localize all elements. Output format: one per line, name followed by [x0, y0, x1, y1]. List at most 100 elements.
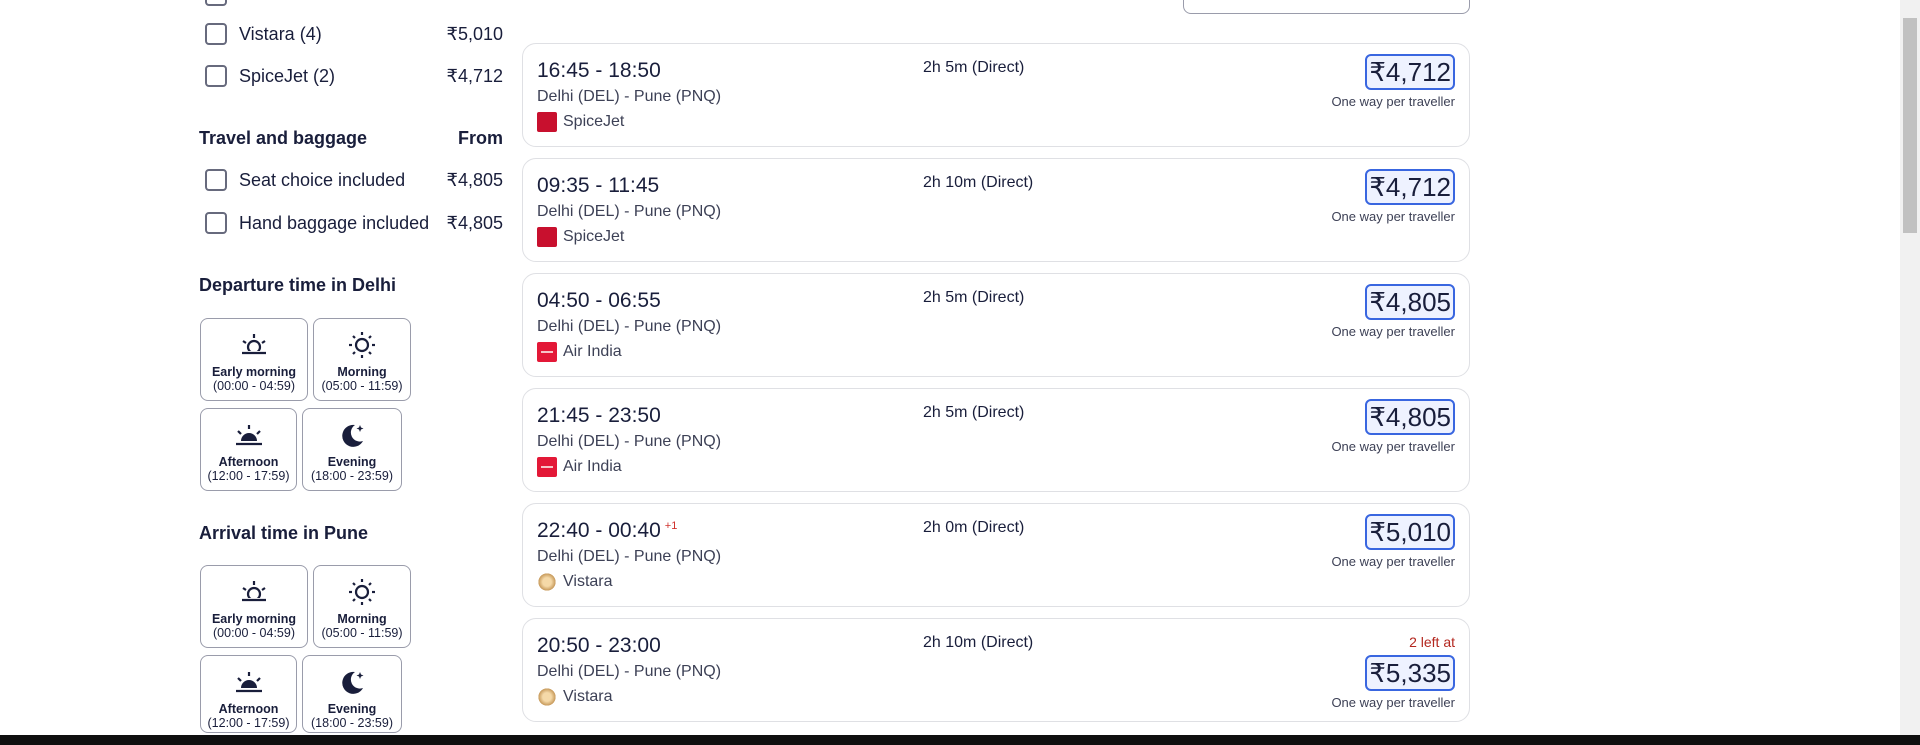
tile-range: (05:00 - 11:59): [321, 379, 403, 393]
filter-label: SpiceJet (2): [239, 65, 336, 86]
flight-times: 16:45 - 18:50: [537, 59, 661, 82]
filter-label: Vistara (4): [239, 23, 322, 44]
next-day-marker: +1: [664, 520, 678, 532]
departure-evening-tile[interactable]: Evening (18:00 - 23:59): [302, 408, 402, 491]
filter-label: Seat choice included: [239, 169, 406, 190]
from-label: From: [458, 128, 503, 148]
departure-early-morning-tile[interactable]: Early morning (00:00 - 04:59): [200, 318, 308, 401]
flight-price[interactable]: ₹4,805: [1365, 284, 1455, 320]
departure-morning-tile[interactable]: Morning (05:00 - 11:59): [313, 318, 411, 401]
airline-name: Vistara: [563, 573, 613, 590]
sunrise-icon: [240, 581, 268, 606]
tile-range: (00:00 - 04:59): [213, 626, 295, 640]
tile-name: Evening: [327, 455, 377, 469]
flight-times: 20:50 - 23:00: [537, 634, 661, 657]
flight-duration: 2h 0m (Direct): [923, 519, 1025, 536]
vistara-logo-icon: [537, 687, 557, 707]
departure-afternoon-tile[interactable]: Afternoon (12:00 - 17:59): [200, 408, 297, 491]
filter-airline-spicejet[interactable]: SpiceJet (2) ₹4,712: [199, 61, 503, 91]
price-note: One way per traveller: [1331, 324, 1455, 339]
filter-price: ₹5,010: [446, 23, 504, 44]
departure-section-title: Departure time in Delhi: [199, 275, 397, 295]
flight-duration: 2h 5m (Direct): [923, 59, 1025, 76]
page-scrollbar[interactable]: [1900, 0, 1920, 735]
airline-name: SpiceJet: [563, 113, 625, 130]
vistara-logo-icon: [537, 572, 557, 592]
flight-duration: 2h 5m (Direct): [923, 404, 1025, 421]
flight-price[interactable]: ₹5,335: [1365, 655, 1455, 691]
checkbox[interactable]: [205, 212, 227, 234]
arrival-section-title: Arrival time in Pune: [199, 523, 369, 543]
tile-name: Afternoon: [218, 455, 279, 469]
flight-result-card[interactable]: 09:35 - 11:45 Delhi (DEL) - Pune (PNQ) S…: [522, 158, 1470, 262]
flight-route: Delhi (DEL) - Pune (PNQ): [537, 318, 722, 335]
tile-name: Morning: [337, 612, 387, 626]
filter-price: ₹4,805: [446, 212, 504, 233]
flight-duration: 2h 5m (Direct): [923, 289, 1025, 306]
flight-duration: 2h 10m (Direct): [923, 634, 1034, 651]
sort-select[interactable]: [1183, 0, 1470, 14]
air-india-logo-icon: [537, 457, 557, 477]
tile-range: (18:00 - 23:59): [311, 716, 393, 730]
flight-times: 04:50 - 06:55: [537, 289, 661, 312]
price-note: One way per traveller: [1331, 554, 1455, 569]
flight-route: Delhi (DEL) - Pune (PNQ): [537, 203, 722, 220]
flight-route: Delhi (DEL) - Pune (PNQ): [537, 548, 722, 565]
airline-checkbox-partial[interactable]: [205, 0, 227, 6]
flight-result-card[interactable]: 04:50 - 06:55 Delhi (DEL) - Pune (PNQ) A…: [522, 273, 1470, 377]
baggage-section-header: Travel and baggage From: [199, 128, 503, 149]
checkbox[interactable]: [205, 169, 227, 191]
arrival-evening-tile[interactable]: Evening (18:00 - 23:59): [302, 655, 402, 733]
airline-info: SpiceJet: [537, 227, 624, 247]
section-title: Travel and baggage: [199, 128, 368, 148]
filter-price: ₹4,805: [446, 169, 504, 190]
flight-result-card[interactable]: 21:45 - 23:50 Delhi (DEL) - Pune (PNQ) A…: [522, 388, 1470, 492]
sunrise-icon: [240, 334, 268, 359]
sun-icon: [349, 332, 375, 358]
flight-price[interactable]: ₹5,010: [1365, 514, 1455, 550]
flight-price[interactable]: ₹4,712: [1365, 169, 1455, 205]
tile-name: Morning: [337, 365, 387, 379]
price-note: One way per traveller: [1331, 439, 1455, 454]
arrival-afternoon-tile[interactable]: Afternoon (12:00 - 17:59): [200, 655, 297, 733]
flight-route: Delhi (DEL) - Pune (PNQ): [537, 663, 722, 680]
sunset-icon: [235, 425, 262, 446]
tile-name: Afternoon: [218, 702, 279, 716]
flight-times: 22:40 - 00:40 +1: [537, 519, 678, 542]
flight-result-card[interactable]: 16:45 - 18:50 Delhi (DEL) - Pune (PNQ) S…: [522, 43, 1470, 147]
airline-name: Vistara: [563, 688, 613, 705]
flight-result-card[interactable]: 20:50 - 23:00 Delhi (DEL) - Pune (PNQ) V…: [522, 618, 1470, 722]
flight-result-card[interactable]: 22:40 - 00:40 +1 Delhi (DEL) - Pune (PNQ)…: [522, 503, 1470, 607]
filter-hand-baggage[interactable]: Hand baggage included ₹4,805: [199, 208, 503, 238]
sunset-icon: [235, 672, 262, 693]
tile-name: Early morning: [211, 612, 297, 626]
spicejet-logo-icon: [537, 112, 557, 132]
tile-name: Early morning: [211, 365, 297, 379]
airline-name: SpiceJet: [563, 228, 625, 245]
tile-range: (05:00 - 11:59): [321, 626, 403, 640]
flight-duration: 2h 10m (Direct): [923, 174, 1034, 191]
checkbox[interactable]: [205, 23, 227, 45]
arrival-early-morning-tile[interactable]: Early morning (00:00 - 04:59): [200, 565, 308, 648]
scrollbar-thumb[interactable]: [1903, 18, 1917, 233]
flight-price[interactable]: ₹4,805: [1365, 399, 1455, 435]
air-india-logo-icon: [537, 342, 557, 362]
flight-times: 21:45 - 23:50: [537, 404, 661, 427]
airline-info: SpiceJet: [537, 112, 624, 132]
filter-seat-choice[interactable]: Seat choice included ₹4,805: [199, 165, 503, 195]
arrival-morning-tile[interactable]: Morning (05:00 - 11:59): [313, 565, 411, 648]
sun-icon: [349, 579, 375, 605]
airline-name: Air India: [563, 458, 622, 475]
moon-icon: [342, 671, 364, 694]
flight-times: 09:35 - 11:45: [537, 174, 660, 197]
filter-airline-vistara[interactable]: Vistara (4) ₹5,010: [199, 19, 503, 49]
checkbox[interactable]: [205, 65, 227, 87]
airline-info: Vistara: [537, 687, 613, 707]
tile-range: (12:00 - 17:59): [207, 469, 290, 483]
price-note: One way per traveller: [1331, 695, 1455, 710]
price-note: One way per traveller: [1331, 94, 1455, 109]
tile-range: (00:00 - 04:59): [213, 379, 295, 393]
airline-info: Vistara: [537, 572, 613, 592]
flight-price[interactable]: ₹4,712: [1365, 54, 1455, 90]
filter-price: ₹4,712: [446, 65, 504, 86]
